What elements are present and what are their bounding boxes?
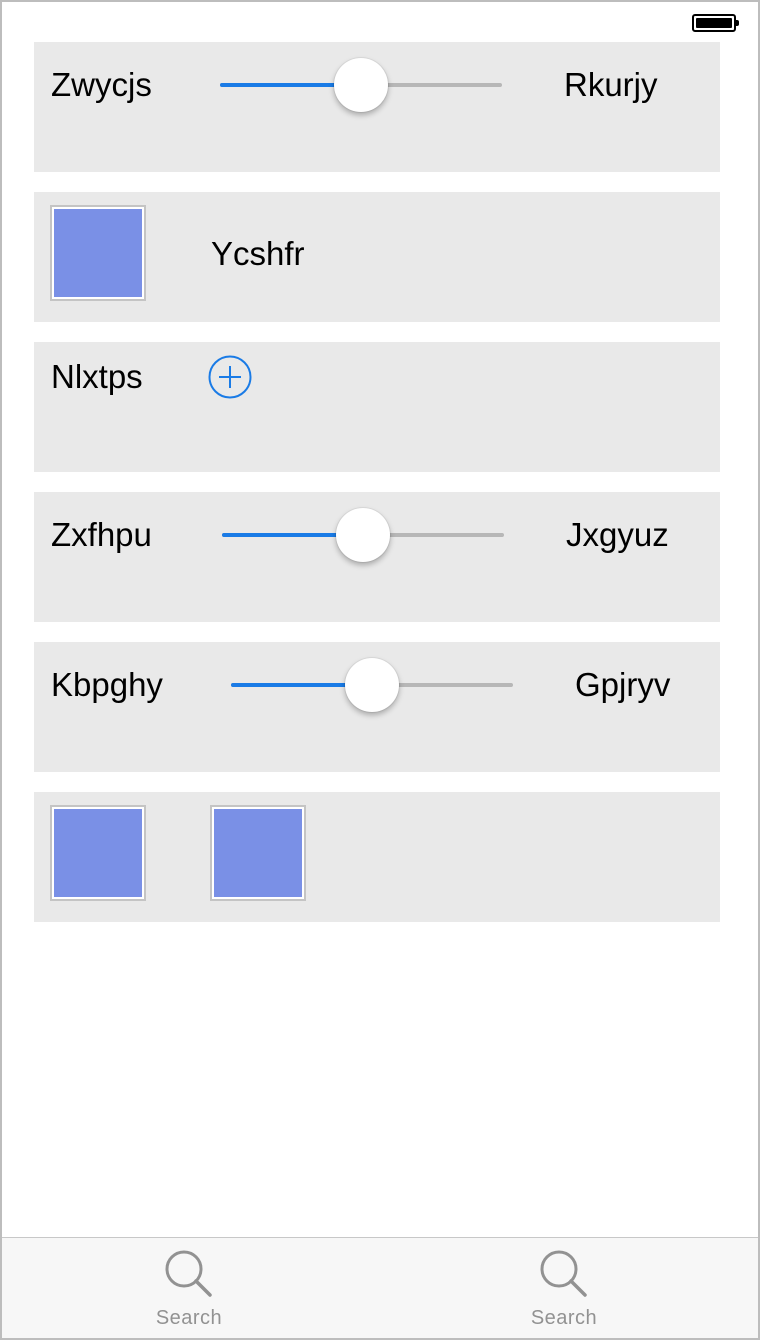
slider-row-3-left-label: Kbpghy	[51, 666, 163, 703]
color-swatch-fill	[54, 209, 142, 297]
color-row-label: Ycshfr	[211, 235, 305, 272]
slider-row-1-right-label: Rkurjy	[564, 66, 658, 103]
battery-icon	[692, 14, 739, 32]
color-row: Ycshfr	[34, 192, 720, 322]
slider-row-3-slider[interactable]	[231, 655, 513, 715]
add-button[interactable]	[208, 355, 252, 399]
slider-row-2: Zxfhpu Jxgyuz	[34, 492, 720, 622]
slider-row-2-right-label: Jxgyuz	[566, 516, 669, 553]
tab-search-1[interactable]: Search	[89, 1238, 289, 1338]
slider-row-2-left-label: Zxfhpu	[51, 516, 152, 553]
color-swatch-2[interactable]	[210, 805, 306, 901]
search-icon	[165, 1250, 212, 1297]
plus-circle-icon	[208, 355, 252, 399]
tab-search-2-label: Search	[530, 1307, 598, 1329]
color-swatch-1[interactable]	[50, 805, 146, 901]
add-row-label: Nlxtps	[51, 358, 143, 395]
color-swatch-fill	[54, 809, 142, 897]
slider-row-1-left-label: Zwycjs	[51, 66, 152, 103]
slider-thumb[interactable]	[334, 58, 388, 112]
screen: Zwycjs Rkurjy Ycshfr Nlxtps Zxfhpu Jxgyu…	[0, 0, 760, 1340]
slider-row-3-right-label: Gpjryv	[575, 666, 671, 703]
swatch-row	[34, 792, 720, 922]
search-icon	[540, 1250, 587, 1297]
slider-row-1-slider[interactable]	[220, 55, 502, 115]
add-row: Nlxtps	[34, 342, 720, 472]
color-swatch-fill	[214, 809, 302, 897]
tab-search-2[interactable]: Search	[464, 1238, 664, 1338]
tab-bar: Search Search	[2, 1237, 758, 1338]
slider-thumb[interactable]	[336, 508, 390, 562]
color-swatch[interactable]	[50, 205, 146, 301]
slider-row-1: Zwycjs Rkurjy	[34, 42, 720, 172]
tab-search-1-label: Search	[155, 1307, 223, 1329]
slider-row-2-slider[interactable]	[222, 505, 504, 565]
slider-row-3: Kbpghy Gpjryv	[34, 642, 720, 772]
slider-thumb[interactable]	[345, 658, 399, 712]
